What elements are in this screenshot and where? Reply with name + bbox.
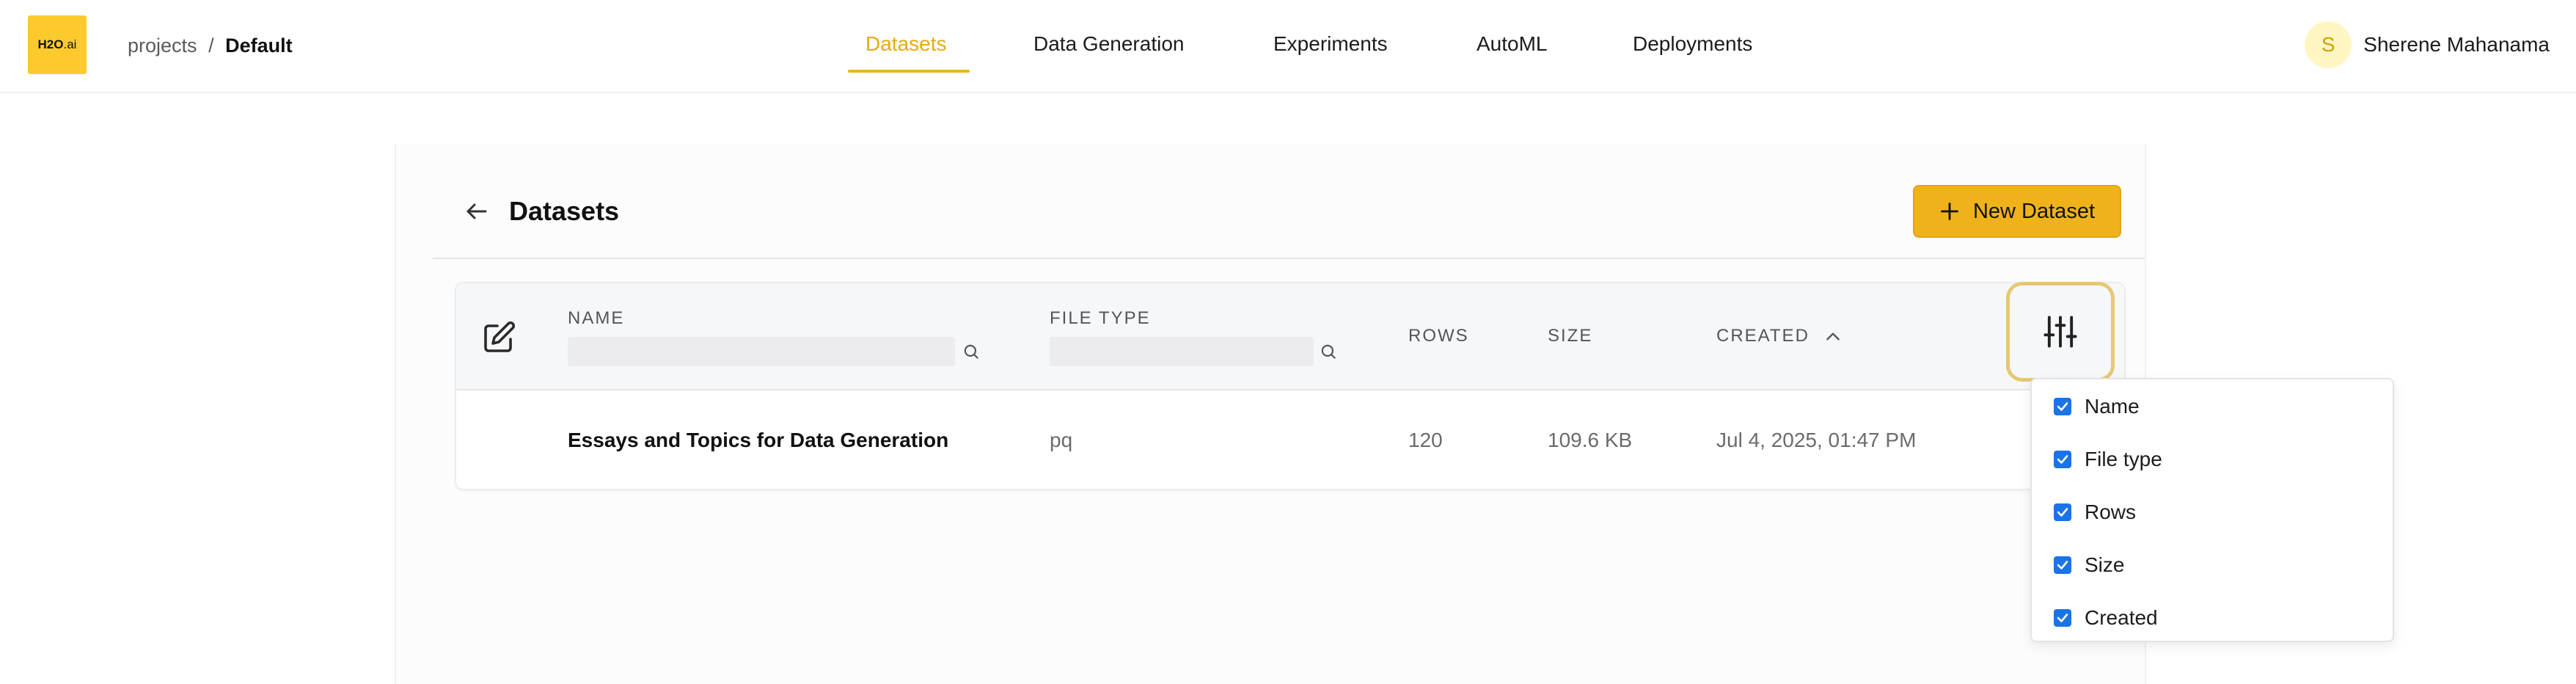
table-row[interactable]: Essays and Topics for Data Generation pq… bbox=[456, 392, 2124, 490]
column-option-file-type[interactable]: File type bbox=[2054, 445, 2162, 474]
column-header-created-label: CREATED bbox=[1716, 326, 1810, 346]
name-filter-input[interactable] bbox=[568, 337, 955, 366]
checkbox-rows[interactable] bbox=[2054, 503, 2071, 521]
cell-created: Jul 4, 2025, 01:47 PM bbox=[1716, 429, 1917, 451]
arrow-left-icon[interactable] bbox=[464, 198, 490, 225]
column-option-size[interactable]: Size bbox=[2054, 550, 2124, 580]
h2o-logo[interactable]: H2O .ai bbox=[28, 15, 87, 74]
title-divider bbox=[433, 258, 2145, 259]
page-title: Datasets bbox=[509, 196, 620, 226]
sliders-icon bbox=[2043, 316, 2077, 348]
logo-brand: H2O bbox=[37, 37, 64, 51]
checkbox-size[interactable] bbox=[2054, 556, 2071, 574]
datasets-table: NAME FILE TYPE ROWS SIZE CREATED Essays … bbox=[455, 282, 2126, 490]
check-icon bbox=[2057, 561, 2068, 570]
column-header-file-type: FILE TYPE bbox=[1050, 308, 1151, 328]
column-header-name: NAME bbox=[568, 308, 625, 328]
file-type-filter-input[interactable] bbox=[1050, 337, 1314, 366]
column-settings-button[interactable] bbox=[2006, 282, 2115, 382]
checkbox-file-type[interactable] bbox=[2054, 451, 2071, 468]
logo-suffix: .ai bbox=[63, 37, 77, 51]
chevron-up-icon bbox=[1826, 332, 1840, 341]
column-header-created[interactable]: CREATED bbox=[1716, 326, 1843, 346]
breadcrumb-parent[interactable]: projects bbox=[128, 34, 197, 57]
column-option-created[interactable]: Created bbox=[2054, 603, 2158, 633]
plus-icon bbox=[1941, 203, 1958, 220]
column-option-name[interactable]: Name bbox=[2054, 392, 2140, 421]
checkbox-created[interactable] bbox=[2054, 609, 2071, 627]
tab-automl[interactable]: AutoML bbox=[1477, 29, 1548, 59]
user-menu[interactable]: S Sherene Mahanama bbox=[2305, 21, 2550, 68]
column-header-rows[interactable]: ROWS bbox=[1408, 326, 1469, 346]
cell-file-type: pq bbox=[1050, 429, 1073, 451]
tab-experiments[interactable]: Experiments bbox=[1273, 29, 1388, 59]
check-icon bbox=[2057, 402, 2068, 411]
top-bar: H2O .ai projects / Default Datasets Data … bbox=[0, 0, 2576, 93]
breadcrumb-separator: / bbox=[208, 34, 214, 57]
new-dataset-label: New Dataset bbox=[1972, 199, 2095, 223]
column-option-label: File type bbox=[2085, 448, 2162, 470]
search-icon bbox=[1321, 344, 1336, 359]
new-dataset-button[interactable]: New Dataset bbox=[1913, 185, 2121, 238]
column-option-label: Name bbox=[2085, 395, 2140, 418]
user-name[interactable]: Sherene Mahanama bbox=[2363, 33, 2550, 57]
tab-deployments[interactable]: Deployments bbox=[1633, 29, 1752, 59]
edit-icon[interactable] bbox=[481, 320, 516, 355]
cell-size: 109.6 KB bbox=[1548, 429, 1633, 451]
active-tab-indicator bbox=[848, 70, 970, 73]
search-icon bbox=[964, 344, 978, 359]
check-icon bbox=[2057, 455, 2068, 464]
table-header: NAME FILE TYPE ROWS SIZE CREATED bbox=[456, 282, 2124, 390]
breadcrumb-current: Default bbox=[225, 34, 293, 57]
check-icon bbox=[2057, 614, 2068, 622]
tab-datasets[interactable]: Datasets bbox=[866, 29, 947, 59]
column-visibility-menu: Name File type Rows Size Created bbox=[2030, 378, 2394, 642]
tab-data-generation[interactable]: Data Generation bbox=[1033, 29, 1184, 59]
avatar[interactable]: S bbox=[2305, 21, 2352, 68]
column-option-label: Created bbox=[2085, 606, 2158, 629]
check-icon bbox=[2057, 508, 2068, 517]
cell-rows: 120 bbox=[1408, 429, 1443, 451]
breadcrumb: projects / Default bbox=[128, 32, 293, 59]
column-option-label: Size bbox=[2085, 553, 2125, 576]
column-header-size[interactable]: SIZE bbox=[1548, 326, 1592, 346]
column-option-rows[interactable]: Rows bbox=[2054, 498, 2136, 527]
column-option-label: Rows bbox=[2085, 501, 2137, 523]
cell-name[interactable]: Essays and Topics for Data Generation bbox=[568, 427, 948, 454]
checkbox-name[interactable] bbox=[2054, 398, 2071, 415]
